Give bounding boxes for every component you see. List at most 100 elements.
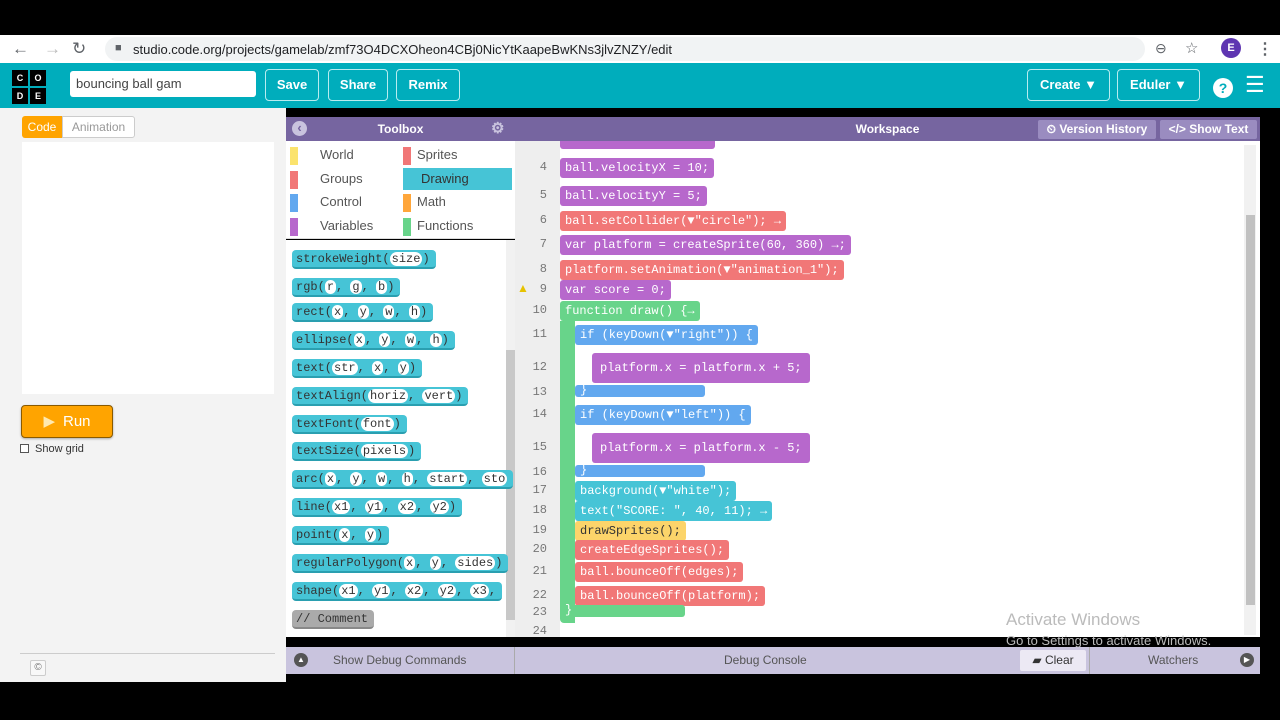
block-arg: y (364, 528, 377, 542)
palette-block-ellipse[interactable]: ellipse(x, y, w, h) (292, 331, 455, 350)
category-control[interactable]: Control (286, 191, 399, 213)
block-arg: sto (481, 472, 508, 486)
palette-block-arc[interactable]: arc(x, y, w, h, start, sto (292, 470, 514, 489)
code-block-line-16[interactable]: } (575, 464, 705, 477)
code-block-line-10[interactable]: function draw() {→ (560, 301, 700, 321)
palette-block-text[interactable]: text(str, x, y) (292, 359, 423, 378)
run-button[interactable]: ▶ Run (21, 405, 113, 438)
tab-animation[interactable]: Animation (62, 116, 135, 138)
activate-windows-subtitle: Go to Settings to activate Windows. (1006, 633, 1212, 648)
category-functions[interactable]: Functions (399, 215, 512, 237)
code-block-line-20[interactable]: createEdgeSprites(); (575, 540, 730, 560)
clear-button[interactable]: ▰ Clear (1020, 650, 1086, 671)
save-button[interactable]: Save (265, 69, 319, 101)
category-color-swatch (403, 194, 411, 212)
show-grid-label: Show grid (35, 443, 84, 455)
code-block-line-7[interactable]: var platform = createSprite(60, 360) →; (560, 235, 851, 255)
block-arg: x (339, 528, 351, 542)
code-block-line-23[interactable]: } (560, 604, 685, 617)
tab-code[interactable]: Code (22, 116, 62, 138)
expand-debug-icon[interactable]: ▲ (294, 653, 308, 667)
code-block-line-13[interactable]: } (575, 384, 705, 397)
block-arg: b (376, 280, 388, 294)
code-block-line-15[interactable]: platform.x = platform.x - 5; (592, 433, 810, 463)
code-block-line-9[interactable]: var score = 0; (560, 280, 671, 300)
block-arg: y2 (430, 500, 449, 514)
code-org-logo[interactable]: C O D E (12, 70, 46, 104)
category-label: Sprites (417, 147, 458, 162)
line-number: 4 (539, 160, 547, 174)
code-block-line-17[interactable]: background(▼"white"); (575, 481, 737, 501)
palette-block-comment[interactable]: // Comment (292, 610, 375, 629)
browser-menu-icon[interactable]: ⋮ (1257, 39, 1273, 59)
show-grid-checkbox[interactable]: Show grid (20, 443, 84, 455)
category-label: Functions (417, 217, 474, 233)
gear-icon[interactable]: ⚙ (491, 117, 504, 141)
palette-block-shape[interactable]: shape(x1, y1, x2, y2, x3, (292, 582, 503, 601)
forward-icon[interactable]: → (44, 39, 61, 59)
block-arg: w (376, 472, 388, 486)
workspace-title: Workspace (855, 122, 920, 136)
palette-block-textSize[interactable]: textSize(pixels) (292, 442, 422, 461)
line-number: 22 (532, 588, 547, 602)
help-icon[interactable]: ? (1213, 78, 1233, 98)
line-number: 23 (532, 605, 547, 619)
line-number: 10 (532, 303, 547, 317)
code-workspace[interactable]: 4 ball.velocityX = 10; 5 ball.velocityY = 5… (515, 141, 1260, 637)
lock-icon: ■ (115, 42, 122, 54)
line-number: 6 (539, 213, 547, 227)
copyright-icon[interactable]: © (30, 660, 46, 676)
remix-button[interactable]: Remix (396, 69, 460, 101)
category-variables[interactable]: Variables (286, 215, 399, 237)
code-block-line-4[interactable]: ball.velocityX = 10; (560, 158, 715, 178)
category-groups[interactable]: Groups (286, 168, 399, 190)
code-block-line-11[interactable]: if (keyDown(▼"right")) { (575, 325, 758, 345)
hamburger-menu-icon[interactable]: ☰ (1245, 72, 1265, 98)
profile-avatar[interactable]: E (1221, 38, 1241, 58)
workspace-scroll-thumb[interactable] (1246, 215, 1255, 605)
expand-watchers-icon[interactable]: ▶ (1240, 653, 1254, 667)
project-name-input[interactable]: bouncing ball gam (70, 71, 256, 97)
clipped-code-block[interactable] (560, 141, 715, 149)
code-block-line-22[interactable]: ball.bounceOff(platform); (575, 586, 766, 606)
show-debug-commands[interactable]: Show Debug Commands (333, 647, 466, 674)
palette-block-textAlign[interactable]: textAlign(horiz, vert) (292, 387, 469, 406)
category-color-swatch (290, 170, 298, 189)
code-block-line-6[interactable]: ball.setCollider(▼"circle"); → (560, 211, 787, 231)
address-bar[interactable]: ■ studio.code.org/projects/gamelab/zmf73… (105, 37, 1145, 61)
code-block-line-12[interactable]: platform.x = platform.x + 5; (592, 353, 810, 383)
palette-block-textFont[interactable]: textFont(font) (292, 415, 407, 434)
code-block-line-19[interactable]: drawSprites(); (575, 521, 686, 541)
code-block-line-5[interactable]: ball.velocityY = 5; (560, 186, 707, 206)
warning-icon[interactable]: ▲ (517, 281, 529, 295)
block-name: point( (296, 528, 340, 542)
zoom-icon[interactable]: ⊖ (1155, 40, 1167, 57)
toolbox-header: ‹ Toolbox ⚙ (286, 117, 515, 141)
code-block-line-18[interactable]: text("SCORE: ", 40, 11); → (575, 501, 773, 521)
category-label: Variables (320, 217, 374, 233)
category-world[interactable]: World (286, 144, 399, 166)
code-block-line-21[interactable]: ball.bounceOff(edges); (575, 562, 744, 582)
user-dropdown[interactable]: Eduler ▼ (1117, 69, 1200, 101)
share-button[interactable]: Share (328, 69, 388, 101)
palette-block-strokeWeight[interactable]: strokeWeight(size) (292, 250, 436, 269)
palette-block-rect[interactable]: rect(x, y, w, h) (292, 303, 434, 322)
star-icon[interactable]: ☆ (1185, 39, 1198, 57)
code-block-line-8[interactable]: platform.setAnimation(▼"animation_1"); (560, 260, 844, 280)
palette-block-regularPolygon[interactable]: regularPolygon(x, y, sides) (292, 554, 509, 573)
create-dropdown[interactable]: Create ▼ (1027, 69, 1110, 101)
category-math[interactable]: Math (399, 191, 512, 213)
code-block-line-14[interactable]: if (keyDown(▼"left")) { (575, 405, 751, 425)
palette-block-rgb[interactable]: rgb(r, g, b) (292, 278, 401, 297)
version-history-button[interactable]: ⏲ Version History (1038, 120, 1156, 139)
show-text-button[interactable]: </> Show Text (1160, 120, 1257, 139)
collapse-toolbox-icon[interactable]: ‹ (292, 121, 307, 136)
block-arg: w (383, 305, 395, 319)
palette-block-line[interactable]: line(x1, y1, x2, y2) (292, 498, 463, 517)
reload-icon[interactable]: ↻ (72, 39, 86, 59)
category-sprites[interactable]: Sprites (399, 144, 512, 166)
palette-block-point[interactable]: point(x, y) (292, 526, 390, 545)
game-stage[interactable] (22, 142, 274, 394)
category-drawing[interactable]: Drawing (403, 167, 512, 190)
back-icon[interactable]: ← (12, 39, 29, 59)
